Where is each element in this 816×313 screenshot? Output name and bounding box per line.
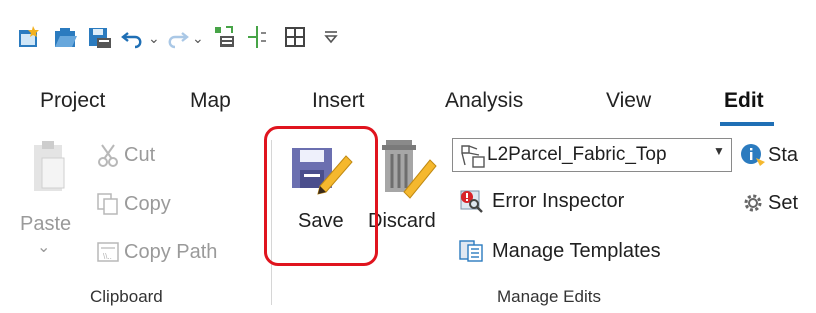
status-info-icon bbox=[741, 144, 765, 166]
layer-select-dropdown[interactable]: L2Parcel_Fabric_Top ▼ bbox=[452, 138, 732, 172]
save-project-icon[interactable] bbox=[86, 24, 112, 50]
tab-edit[interactable]: Edit bbox=[724, 89, 764, 113]
copy-button[interactable]: Copy bbox=[124, 193, 171, 216]
tab-insert[interactable]: Insert bbox=[312, 89, 365, 113]
svg-text:\\..: \\.. bbox=[103, 252, 112, 261]
error-inspector-button[interactable]: Error Inspector bbox=[492, 190, 624, 213]
discard-button[interactable]: Discard bbox=[368, 136, 448, 246]
copy-path-icon: \\.. bbox=[97, 242, 119, 262]
paste-icon bbox=[34, 141, 65, 191]
discard-edits-icon bbox=[382, 140, 437, 199]
discard-label: Discard bbox=[368, 210, 436, 232]
paste-dropdown-icon[interactable]: ⌄ bbox=[37, 237, 50, 257]
chevron-down-icon: ▼ bbox=[713, 144, 725, 158]
manage-templates-icon bbox=[459, 240, 483, 262]
parcel-fabric-icon[interactable] bbox=[212, 24, 238, 50]
tab-project[interactable]: Project bbox=[40, 89, 105, 113]
manage-templates-button[interactable]: Manage Templates bbox=[492, 240, 661, 263]
redo-icon[interactable] bbox=[164, 24, 190, 50]
clipboard-group-label: Clipboard bbox=[90, 287, 163, 306]
cut-icon bbox=[98, 144, 118, 167]
tab-view[interactable]: View bbox=[606, 89, 651, 113]
undo-icon[interactable] bbox=[120, 24, 146, 50]
redo-dropdown-icon[interactable]: ⌄ bbox=[192, 30, 204, 47]
error-inspector-icon bbox=[460, 190, 483, 213]
copy-icon bbox=[97, 193, 118, 215]
parcel-layer-icon bbox=[461, 145, 485, 168]
open-project-icon[interactable] bbox=[52, 24, 78, 50]
snapping-icon[interactable] bbox=[246, 24, 272, 50]
status-button[interactable]: Sta bbox=[768, 144, 798, 167]
undo-dropdown-icon[interactable]: ⌄ bbox=[148, 30, 160, 47]
new-project-icon[interactable] bbox=[16, 24, 42, 50]
customize-qat-icon[interactable] bbox=[318, 24, 344, 50]
manage-edits-group-label: Manage Edits bbox=[497, 287, 601, 306]
active-tab-indicator bbox=[720, 122, 774, 126]
settings-button[interactable]: Set bbox=[768, 192, 798, 215]
tab-map[interactable]: Map bbox=[190, 89, 231, 113]
copy-path-button[interactable]: Copy Path bbox=[124, 241, 217, 264]
cut-button[interactable]: Cut bbox=[124, 144, 155, 167]
settings-gear-icon bbox=[744, 194, 762, 212]
layer-select-value: L2Parcel_Fabric_Top bbox=[487, 144, 667, 165]
grid-icon[interactable] bbox=[282, 24, 308, 50]
tab-analysis[interactable]: Analysis bbox=[445, 89, 523, 113]
paste-label: Paste bbox=[20, 213, 72, 235]
paste-button[interactable] bbox=[30, 140, 68, 208]
save-highlight-annotation bbox=[264, 126, 378, 266]
